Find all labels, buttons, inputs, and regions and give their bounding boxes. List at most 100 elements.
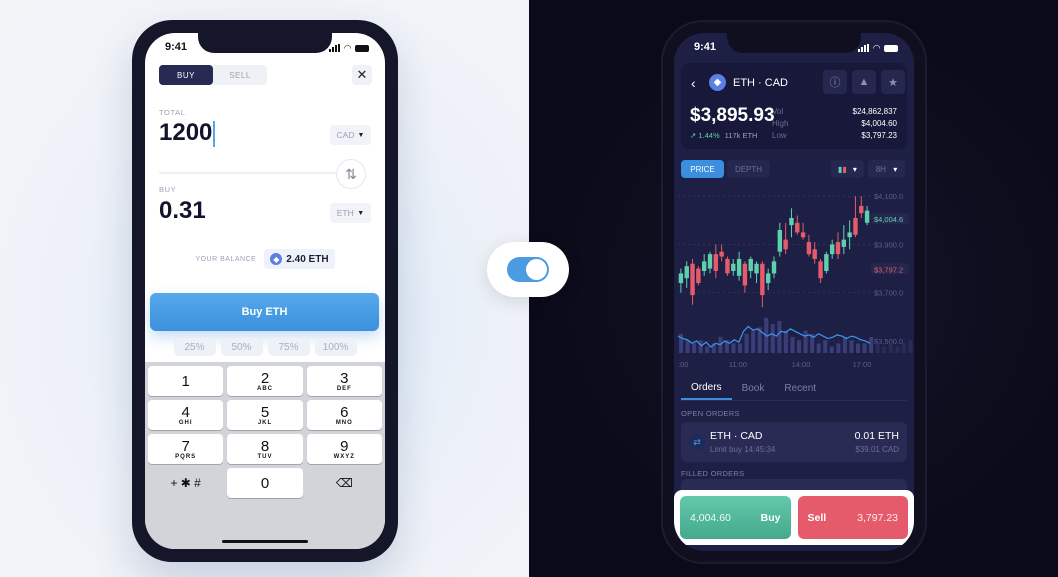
change-percent: 1.44% — [698, 131, 720, 140]
candle-body — [696, 268, 701, 284]
tab-depth[interactable]: DEPTH — [727, 160, 770, 178]
trade-bar: 4,004.60 Buy Sell 3,797.23 — [674, 490, 914, 545]
price-chart[interactable]: $4,100.0$3,900.0$3,700.0$3,500.0$4,004.6… — [674, 181, 914, 371]
volume-bar — [692, 343, 697, 353]
candle-body — [707, 254, 713, 269]
pair-title: ETH · CAD — [733, 77, 788, 89]
high-price-marker: $4,004.6 — [874, 215, 903, 224]
open-order-row[interactable]: ⇄ ETH · CAD Limit buy 14:45:34 0.01 ETH … — [681, 422, 907, 462]
theme-toggle-card — [487, 242, 569, 297]
key-4[interactable]: 4 GHI — [148, 400, 224, 430]
battery-icon — [355, 44, 369, 52]
volume-bar — [836, 343, 841, 353]
volume-bar — [895, 346, 900, 353]
light-screen: 9:41 ◠ BUY SELL ✕ TOTAL 1200 CAD ▼ ⇅ BUY … — [145, 33, 385, 549]
volume-bar — [797, 340, 802, 353]
candle-body — [824, 254, 829, 271]
key-letters: TUV — [257, 453, 273, 460]
candle-body — [713, 254, 719, 271]
key-6[interactable]: 6 MNO — [306, 400, 382, 430]
tab-price[interactable]: PRICE — [681, 160, 724, 178]
chart-type-select[interactable]: ▮▮ ▾ — [831, 160, 864, 178]
stat-label: Low — [772, 131, 787, 140]
star-icon[interactable]: ★ — [881, 70, 905, 94]
volume-bar — [783, 330, 788, 353]
percent-50-button[interactable]: 50% — [220, 338, 263, 356]
percent-25-button[interactable]: 25% — [173, 338, 216, 356]
candle-body — [742, 263, 748, 286]
order-type: Limit buy 14:45:34 — [710, 445, 776, 454]
key-8[interactable]: 8 TUV — [227, 434, 303, 464]
stat-value: $24,862,837 — [852, 107, 898, 116]
dark-screen: 9:41 ◠ ‹ ◆ ETH · CAD ⓘ ▲ ★ $3,895.93 ↗ 1… — [674, 33, 914, 551]
order-tabs: Orders Book Recent — [681, 377, 907, 401]
tab-recent[interactable]: Recent — [774, 377, 826, 400]
home-indicator — [222, 540, 308, 543]
candle-body — [818, 261, 823, 279]
candle-body — [789, 217, 794, 226]
stat-label: High — [772, 119, 789, 128]
exchange-icon: ⇄ — [689, 434, 705, 450]
buy-amount[interactable]: 0.31 — [159, 197, 206, 225]
candle-body — [783, 239, 788, 250]
buy-eth-button[interactable]: Buy ETH — [150, 293, 379, 331]
percent-100-button[interactable]: 100% — [314, 338, 357, 356]
y-tick-label: $4,100.0 — [874, 192, 903, 201]
close-icon[interactable]: ✕ — [352, 65, 372, 85]
candle-body — [853, 217, 858, 235]
volume-bar — [744, 333, 749, 353]
percent-buttons: 25% 50% 75% 100% — [145, 338, 385, 356]
bell-icon[interactable]: ▲ — [852, 70, 876, 94]
tab-book[interactable]: Book — [732, 377, 775, 400]
key-2[interactable]: 2 ABC — [227, 366, 303, 396]
stat-label: Vol — [772, 107, 784, 116]
tab-buy[interactable]: BUY — [159, 65, 213, 85]
volume-bar — [829, 346, 834, 353]
key-letters: GHI — [178, 419, 193, 426]
candle-body — [806, 242, 812, 255]
sell-button[interactable]: Sell 3,797.23 — [797, 496, 908, 539]
candle-body — [765, 273, 771, 284]
info-icon[interactable]: ⓘ — [823, 70, 847, 94]
stat-value: $3,797.23 — [861, 131, 897, 140]
swap-icon[interactable]: ⇅ — [336, 159, 366, 189]
status-bar: 9:41 ◠ — [145, 41, 385, 55]
volume-bar — [862, 343, 867, 353]
tab-sell[interactable]: SELL — [213, 65, 267, 85]
volume-bar — [856, 343, 861, 353]
buy-currency-select[interactable]: ETH ▼ — [330, 203, 371, 223]
eth-icon: ◆ — [709, 74, 726, 91]
key-3[interactable]: 3 DEF — [306, 366, 382, 396]
candle-body — [812, 249, 817, 259]
candle-body — [771, 261, 777, 274]
interval-select[interactable]: 8H ▾ — [868, 160, 905, 178]
key-letters: PQRS — [175, 453, 197, 460]
key-1[interactable]: 1 — [148, 366, 224, 396]
total-currency-select[interactable]: CAD ▼ — [330, 125, 371, 145]
delete-icon[interactable]: ⌫ — [307, 468, 382, 498]
wifi-icon: ◠ — [344, 42, 351, 53]
eth-icon: ◆ — [270, 253, 283, 265]
back-icon[interactable]: ‹ — [691, 75, 696, 91]
volume-bar — [705, 346, 710, 353]
filled-orders-label: FILLED ORDERS — [681, 469, 745, 478]
status-bar: 9:41 ◠ — [674, 41, 914, 55]
volume-bar — [823, 340, 828, 353]
percent-75-button[interactable]: 75% — [267, 338, 310, 356]
volume-bar — [901, 343, 906, 353]
buy-button[interactable]: 4,004.60 Buy — [680, 496, 791, 539]
balance-value: 2.40 ETH — [286, 253, 329, 265]
key-symbols[interactable]: + ✱ # — [148, 468, 223, 498]
chevron-down-icon: ▼ — [357, 209, 365, 217]
current-price: $3,895.93 — [690, 105, 775, 126]
theme-toggle[interactable] — [507, 257, 549, 282]
key-0[interactable]: 0 — [227, 468, 303, 498]
key-5[interactable]: 5 JKL — [227, 400, 303, 430]
key-9[interactable]: 9 WXYZ — [306, 434, 382, 464]
tab-orders[interactable]: Orders — [681, 377, 732, 400]
volume-bar — [875, 343, 880, 353]
battery-icon — [884, 44, 898, 52]
volume-bar — [731, 343, 736, 353]
total-input[interactable]: 1200 — [159, 119, 215, 147]
key-7[interactable]: 7 PQRS — [148, 434, 224, 464]
